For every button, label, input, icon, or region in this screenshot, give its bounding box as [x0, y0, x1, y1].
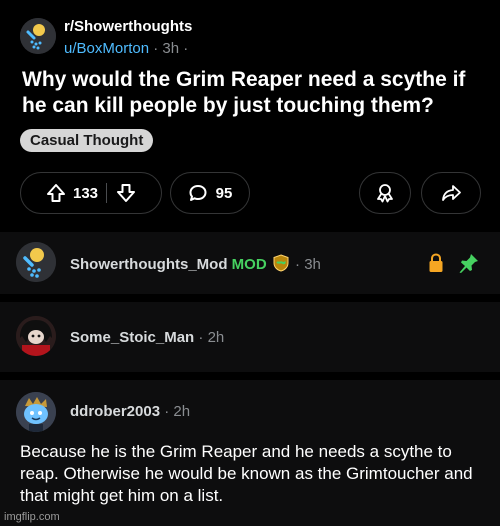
comment-header: ddrober2003 · 2h [70, 403, 190, 420]
downvote-icon[interactable] [115, 182, 137, 204]
post-byline: u/BoxMorton · 3h · [64, 40, 188, 57]
vote-bar: 133 [20, 172, 162, 214]
post-title[interactable]: Why would the Grim Reaper need a scythe … [22, 67, 492, 119]
share-icon [442, 185, 461, 201]
post-card: r/Showerthoughts u/BoxMorton · 3h · Why … [0, 0, 500, 222]
comment-reply: ddrober2003 · 2h Because he is the Grim … [0, 380, 500, 526]
vote-divider [106, 183, 108, 203]
comment-collapsed: Some_Stoic_Man · 2h [0, 302, 500, 372]
avatar[interactable] [16, 316, 56, 356]
comment-header: Some_Stoic_Man · 2h [70, 329, 224, 346]
comments-button[interactable]: 95 [170, 172, 250, 214]
separator-dot: · [295, 256, 301, 273]
comment-author[interactable]: ddrober2003 [70, 403, 160, 420]
award-icon [377, 184, 393, 203]
avatar[interactable] [16, 392, 56, 432]
comment-age: 3h [304, 256, 321, 273]
subreddit-icon[interactable] [20, 18, 56, 54]
upvote-count: 133 [72, 184, 99, 202]
upvote-icon[interactable] [45, 182, 67, 204]
comment-bubble-icon [189, 185, 207, 201]
comment-age: 2h [207, 329, 225, 346]
avatar[interactable] [16, 242, 56, 282]
separator-dot: · [153, 40, 159, 57]
subreddit-name[interactable]: r/Showerthoughts [64, 18, 192, 35]
comment-age: 2h [173, 403, 191, 420]
comment-author[interactable]: Showerthoughts_Mod [70, 256, 228, 273]
separator-dot: · [183, 40, 189, 57]
post-age: 3h [162, 40, 180, 57]
post-author[interactable]: u/BoxMorton [64, 40, 149, 57]
pin-icon [459, 254, 478, 273]
comment-body: Because he is the Grim Reaper and he nee… [20, 442, 473, 505]
comment-count: 95 [215, 184, 233, 202]
separator-dot: · [198, 329, 204, 346]
separator-dot: · [164, 403, 170, 420]
award-button[interactable] [359, 172, 411, 214]
comment-author[interactable]: Some_Stoic_Man [70, 329, 194, 346]
share-button[interactable] [421, 172, 481, 214]
comment-header: Showerthoughts_Mod MOD · 3h [70, 254, 321, 273]
lock-icon [429, 253, 443, 272]
comment-mod: Showerthoughts_Mod MOD · 3h [0, 232, 500, 294]
watermark: imgflip.com [4, 511, 60, 523]
mod-shield-icon [273, 254, 289, 272]
post-flair[interactable]: Casual Thought [20, 129, 154, 152]
mod-badge: MOD [231, 256, 267, 273]
